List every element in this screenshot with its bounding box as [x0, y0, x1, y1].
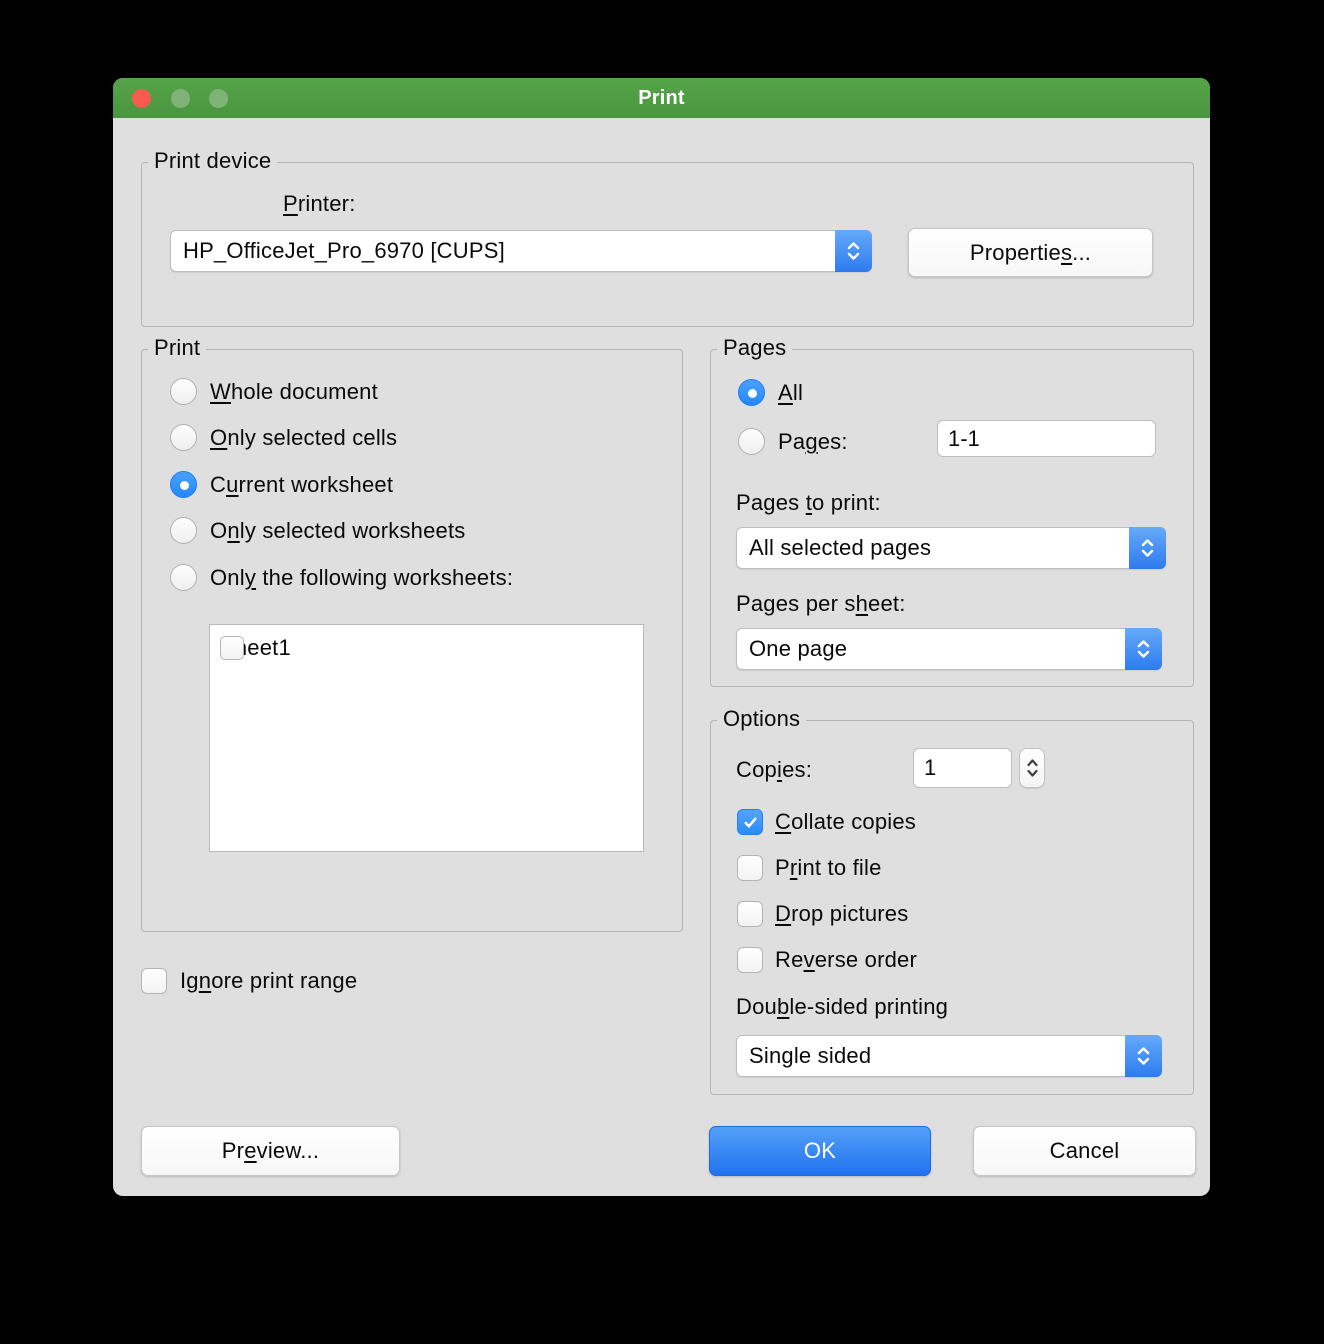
- window-title: Print: [113, 78, 1210, 118]
- radio-whole-document[interactable]: [170, 378, 197, 405]
- print-dialog: Print Print device Printer: HP_OfficeJet…: [113, 78, 1210, 1196]
- radio-dot: [748, 389, 757, 398]
- radio-only-selected-cells[interactable]: [170, 424, 197, 451]
- select-spinner-icon: [1125, 628, 1162, 670]
- worksheet-list-item[interactable]: Sheet1: [220, 635, 291, 661]
- pages-to-print-value: All selected pages: [749, 528, 931, 568]
- drop-pictures-checkbox[interactable]: [737, 901, 763, 927]
- worksheet-list[interactable]: Sheet1: [209, 624, 644, 852]
- collate-copies-checkbox[interactable]: [737, 809, 763, 835]
- copies-stepper[interactable]: [1019, 748, 1045, 788]
- select-spinner-icon: [1125, 1035, 1162, 1077]
- copies-label: Copies:: [736, 757, 812, 783]
- pages-range-input[interactable]: [937, 420, 1156, 457]
- print-device-legend: Print device: [148, 148, 277, 174]
- radio-all-pages-label[interactable]: All: [778, 380, 803, 406]
- radio-only-selected-worksheets-label[interactable]: Only selected worksheets: [210, 518, 465, 544]
- radio-pages-range-label[interactable]: Pages:: [778, 429, 848, 455]
- radio-current-worksheet[interactable]: [170, 471, 197, 498]
- print-to-file-checkbox[interactable]: [737, 855, 763, 881]
- cancel-button-label: Cancel: [1050, 1138, 1120, 1164]
- printer-label: Printer:: [283, 191, 356, 217]
- double-sided-select[interactable]: Single sided: [736, 1035, 1162, 1077]
- ok-button-label: OK: [804, 1138, 836, 1164]
- properties-button-label: Properties...: [970, 240, 1091, 266]
- pages-to-print-select[interactable]: All selected pages: [736, 527, 1166, 569]
- cancel-button[interactable]: Cancel: [973, 1126, 1196, 1176]
- pages-to-print-label: Pages to print:: [736, 490, 881, 516]
- preview-button[interactable]: Preview...: [141, 1126, 400, 1176]
- ok-button[interactable]: OK: [709, 1126, 931, 1176]
- radio-all-pages[interactable]: [738, 379, 765, 406]
- select-spinner-icon: [1129, 527, 1166, 569]
- preview-button-label: Preview...: [222, 1138, 319, 1164]
- radio-only-following-worksheets-label[interactable]: Only the following worksheets:: [210, 565, 513, 591]
- double-sided-value: Single sided: [749, 1036, 871, 1076]
- radio-whole-document-label[interactable]: Whole document: [210, 379, 378, 405]
- pages-per-sheet-value: One page: [749, 629, 847, 669]
- ignore-print-range-label[interactable]: Ignore print range: [180, 968, 357, 994]
- window-titlebar[interactable]: Print: [113, 78, 1210, 118]
- pages-group-legend: Pages: [717, 335, 792, 361]
- radio-dot: [180, 481, 189, 490]
- options-group-legend: Options: [717, 706, 806, 732]
- sheet1-checkbox[interactable]: [220, 636, 244, 660]
- copies-input[interactable]: [913, 748, 1012, 788]
- properties-button[interactable]: Properties...: [908, 228, 1153, 277]
- pages-per-sheet-select[interactable]: One page: [736, 628, 1162, 670]
- radio-only-following-worksheets[interactable]: [170, 564, 197, 591]
- pages-per-sheet-label: Pages per sheet:: [736, 591, 906, 617]
- drop-pictures-label[interactable]: Drop pictures: [775, 901, 908, 927]
- checkmark-icon: [742, 814, 759, 831]
- ignore-print-range-checkbox[interactable]: [141, 968, 167, 994]
- reverse-order-label[interactable]: Reverse order: [775, 947, 917, 973]
- radio-pages-range[interactable]: [738, 428, 765, 455]
- select-spinner-icon: [835, 230, 872, 272]
- printer-select-value: HP_OfficeJet_Pro_6970 [CUPS]: [183, 231, 505, 271]
- radio-only-selected-cells-label[interactable]: Only selected cells: [210, 425, 397, 451]
- print-group-legend: Print: [148, 335, 206, 361]
- printer-select[interactable]: HP_OfficeJet_Pro_6970 [CUPS]: [170, 230, 872, 272]
- double-sided-label: Double-sided printing: [736, 994, 948, 1020]
- stepper-chevrons-icon: [1025, 755, 1040, 781]
- radio-current-worksheet-label[interactable]: Current worksheet: [210, 472, 393, 498]
- print-to-file-label[interactable]: Print to file: [775, 855, 882, 881]
- reverse-order-checkbox[interactable]: [737, 947, 763, 973]
- collate-copies-label[interactable]: Collate copies: [775, 809, 916, 835]
- radio-only-selected-worksheets[interactable]: [170, 517, 197, 544]
